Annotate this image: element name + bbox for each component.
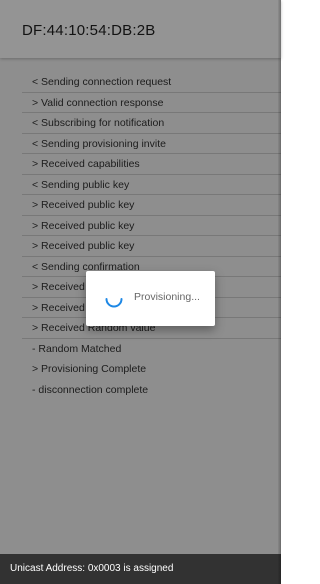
snackbar: Unicast Address: 0x0003 is assigned <box>0 554 281 584</box>
snackbar-text: Unicast Address: 0x0003 is assigned <box>10 563 174 574</box>
progress-message: Provisioning... <box>134 291 200 303</box>
progress-dialog: Provisioning... <box>86 271 215 326</box>
spinner-icon <box>105 298 123 308</box>
screen-edge-shadow <box>278 0 281 584</box>
